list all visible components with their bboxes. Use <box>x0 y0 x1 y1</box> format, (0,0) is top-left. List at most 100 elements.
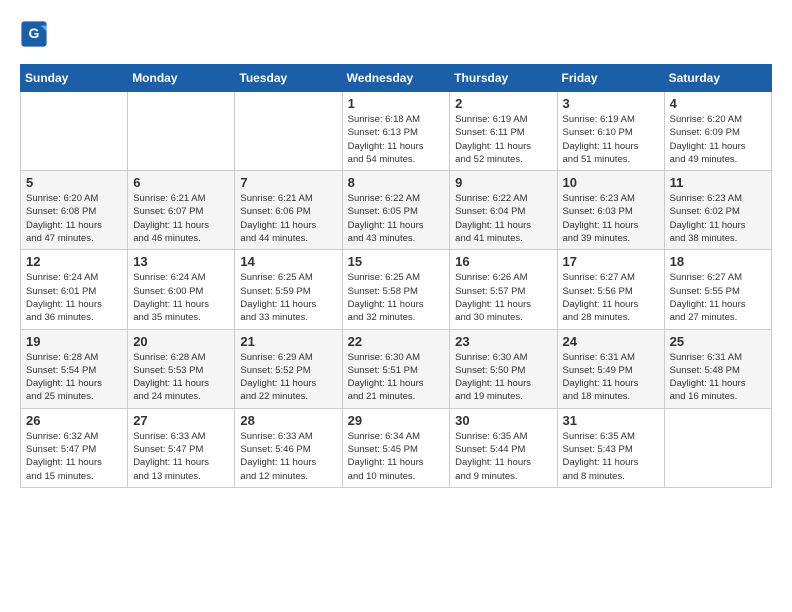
day-info: Sunrise: 6:19 AM Sunset: 6:10 PM Dayligh… <box>563 113 659 166</box>
calendar-cell: 16 Sunrise: 6:26 AM Sunset: 5:57 PM Dayli… <box>450 250 557 329</box>
calendar-cell: 2 Sunrise: 6:19 AM Sunset: 6:11 PM Daylig… <box>450 92 557 171</box>
day-number: 4 <box>670 96 766 111</box>
day-number: 7 <box>240 175 336 190</box>
day-info: Sunrise: 6:21 AM Sunset: 6:06 PM Dayligh… <box>240 192 336 245</box>
calendar-cell: 23Sunrise: 6:30 AM Sunset: 5:50 PM Dayli… <box>450 329 557 408</box>
day-number: 10 <box>563 175 659 190</box>
week-row-2: 5 Sunrise: 6:20 AM Sunset: 6:08 PM Daylig… <box>21 171 772 250</box>
weekday-header-thursday: Thursday <box>450 65 557 92</box>
weekday-header-monday: Monday <box>128 65 235 92</box>
calendar-cell: 20 Sunrise: 6:28 AM Sunset: 5:53 PM Dayli… <box>128 329 235 408</box>
day-number: 17 <box>563 254 659 269</box>
day-number: 13 <box>133 254 229 269</box>
day-info: Sunrise: 6:28 AM Sunset: 5:53 PM Dayligh… <box>133 351 229 404</box>
calendar-cell <box>664 408 771 487</box>
day-number: 25 <box>670 334 766 349</box>
week-row-3: 12 Sunrise: 6:24 AM Sunset: 6:01 PM Dayli… <box>21 250 772 329</box>
weekday-header-friday: Friday <box>557 65 664 92</box>
day-info: Sunrise: 6:25 AM Sunset: 5:59 PM Dayligh… <box>240 271 336 324</box>
day-number: 11 <box>670 175 766 190</box>
day-number: 15 <box>348 254 445 269</box>
calendar-cell: 26 Sunrise: 6:32 AM Sunset: 5:47 PM Dayli… <box>21 408 128 487</box>
calendar-cell: 4Sunrise: 6:20 AM Sunset: 6:09 PM Daylig… <box>664 92 771 171</box>
day-number: 1 <box>348 96 445 111</box>
calendar-cell: 27Sunrise: 6:33 AM Sunset: 5:47 PM Dayli… <box>128 408 235 487</box>
calendar-cell: 1 Sunrise: 6:18 AM Sunset: 6:13 PM Daylig… <box>342 92 450 171</box>
day-number: 26 <box>26 413 122 428</box>
day-info: Sunrise: 6:19 AM Sunset: 6:11 PM Dayligh… <box>455 113 551 166</box>
day-number: 14 <box>240 254 336 269</box>
day-info: Sunrise: 6:18 AM Sunset: 6:13 PM Dayligh… <box>348 113 445 166</box>
day-info: Sunrise: 6:30 AM Sunset: 5:51 PM Dayligh… <box>348 351 445 404</box>
day-number: 9 <box>455 175 551 190</box>
calendar-cell: 15Sunrise: 6:25 AM Sunset: 5:58 PM Dayli… <box>342 250 450 329</box>
day-number: 19 <box>26 334 122 349</box>
day-info: Sunrise: 6:20 AM Sunset: 6:08 PM Dayligh… <box>26 192 122 245</box>
calendar-cell: 7 Sunrise: 6:21 AM Sunset: 6:06 PM Daylig… <box>235 171 342 250</box>
day-info: Sunrise: 6:35 AM Sunset: 5:43 PM Dayligh… <box>563 430 659 483</box>
calendar-cell: 19 Sunrise: 6:28 AM Sunset: 5:54 PM Dayli… <box>21 329 128 408</box>
calendar-body: 1 Sunrise: 6:18 AM Sunset: 6:13 PM Daylig… <box>21 92 772 488</box>
calendar-cell: 8Sunrise: 6:22 AM Sunset: 6:05 PM Daylig… <box>342 171 450 250</box>
day-number: 28 <box>240 413 336 428</box>
day-number: 2 <box>455 96 551 111</box>
day-info: Sunrise: 6:28 AM Sunset: 5:54 PM Dayligh… <box>26 351 122 404</box>
day-info: Sunrise: 6:26 AM Sunset: 5:57 PM Dayligh… <box>455 271 551 324</box>
logo: G <box>20 20 50 48</box>
day-info: Sunrise: 6:34 AM Sunset: 5:45 PM Dayligh… <box>348 430 445 483</box>
day-number: 5 <box>26 175 122 190</box>
calendar-cell: 3 Sunrise: 6:19 AM Sunset: 6:10 PM Daylig… <box>557 92 664 171</box>
weekday-row: SundayMondayTuesdayWednesdayThursdayFrid… <box>21 65 772 92</box>
day-number: 27 <box>133 413 229 428</box>
calendar-cell: 30 Sunrise: 6:35 AM Sunset: 5:44 PM Dayli… <box>450 408 557 487</box>
logo-icon: G <box>20 20 48 48</box>
day-number: 31 <box>563 413 659 428</box>
weekday-header-wednesday: Wednesday <box>342 65 450 92</box>
day-number: 12 <box>26 254 122 269</box>
day-number: 24 <box>563 334 659 349</box>
calendar-cell: 14 Sunrise: 6:25 AM Sunset: 5:59 PM Dayli… <box>235 250 342 329</box>
calendar-header: SundayMondayTuesdayWednesdayThursdayFrid… <box>21 65 772 92</box>
day-info: Sunrise: 6:22 AM Sunset: 6:05 PM Dayligh… <box>348 192 445 245</box>
svg-text:G: G <box>29 25 40 41</box>
calendar-cell: 25 Sunrise: 6:31 AM Sunset: 5:48 PM Dayli… <box>664 329 771 408</box>
calendar-cell: 6 Sunrise: 6:21 AM Sunset: 6:07 PM Daylig… <box>128 171 235 250</box>
day-info: Sunrise: 6:24 AM Sunset: 6:01 PM Dayligh… <box>26 271 122 324</box>
calendar-cell: 29 Sunrise: 6:34 AM Sunset: 5:45 PM Dayli… <box>342 408 450 487</box>
day-info: Sunrise: 6:23 AM Sunset: 6:03 PM Dayligh… <box>563 192 659 245</box>
calendar-cell: 28 Sunrise: 6:33 AM Sunset: 5:46 PM Dayli… <box>235 408 342 487</box>
calendar-cell: 21Sunrise: 6:29 AM Sunset: 5:52 PM Dayli… <box>235 329 342 408</box>
day-info: Sunrise: 6:29 AM Sunset: 5:52 PM Dayligh… <box>240 351 336 404</box>
day-number: 3 <box>563 96 659 111</box>
calendar-cell: 11Sunrise: 6:23 AM Sunset: 6:02 PM Dayli… <box>664 171 771 250</box>
day-number: 6 <box>133 175 229 190</box>
calendar-cell: 18 Sunrise: 6:27 AM Sunset: 5:55 PM Dayli… <box>664 250 771 329</box>
day-info: Sunrise: 6:24 AM Sunset: 6:00 PM Dayligh… <box>133 271 229 324</box>
day-info: Sunrise: 6:35 AM Sunset: 5:44 PM Dayligh… <box>455 430 551 483</box>
day-info: Sunrise: 6:31 AM Sunset: 5:48 PM Dayligh… <box>670 351 766 404</box>
weekday-header-sunday: Sunday <box>21 65 128 92</box>
calendar-cell <box>128 92 235 171</box>
week-row-5: 26 Sunrise: 6:32 AM Sunset: 5:47 PM Dayli… <box>21 408 772 487</box>
calendar-cell: 10 Sunrise: 6:23 AM Sunset: 6:03 PM Dayli… <box>557 171 664 250</box>
calendar-cell: 17 Sunrise: 6:27 AM Sunset: 5:56 PM Dayli… <box>557 250 664 329</box>
day-info: Sunrise: 6:33 AM Sunset: 5:46 PM Dayligh… <box>240 430 336 483</box>
weekday-header-saturday: Saturday <box>664 65 771 92</box>
day-info: Sunrise: 6:27 AM Sunset: 5:55 PM Dayligh… <box>670 271 766 324</box>
calendar-table: SundayMondayTuesdayWednesdayThursdayFrid… <box>20 64 772 488</box>
week-row-1: 1 Sunrise: 6:18 AM Sunset: 6:13 PM Daylig… <box>21 92 772 171</box>
calendar-cell: 31 Sunrise: 6:35 AM Sunset: 5:43 PM Dayli… <box>557 408 664 487</box>
calendar-cell: 22 Sunrise: 6:30 AM Sunset: 5:51 PM Dayli… <box>342 329 450 408</box>
day-info: Sunrise: 6:27 AM Sunset: 5:56 PM Dayligh… <box>563 271 659 324</box>
day-number: 18 <box>670 254 766 269</box>
calendar-cell: 24Sunrise: 6:31 AM Sunset: 5:49 PM Dayli… <box>557 329 664 408</box>
day-number: 20 <box>133 334 229 349</box>
day-number: 22 <box>348 334 445 349</box>
day-number: 29 <box>348 413 445 428</box>
day-number: 16 <box>455 254 551 269</box>
calendar-cell: 13 Sunrise: 6:24 AM Sunset: 6:00 PM Dayli… <box>128 250 235 329</box>
day-info: Sunrise: 6:21 AM Sunset: 6:07 PM Dayligh… <box>133 192 229 245</box>
day-info: Sunrise: 6:22 AM Sunset: 6:04 PM Dayligh… <box>455 192 551 245</box>
day-info: Sunrise: 6:32 AM Sunset: 5:47 PM Dayligh… <box>26 430 122 483</box>
day-number: 30 <box>455 413 551 428</box>
